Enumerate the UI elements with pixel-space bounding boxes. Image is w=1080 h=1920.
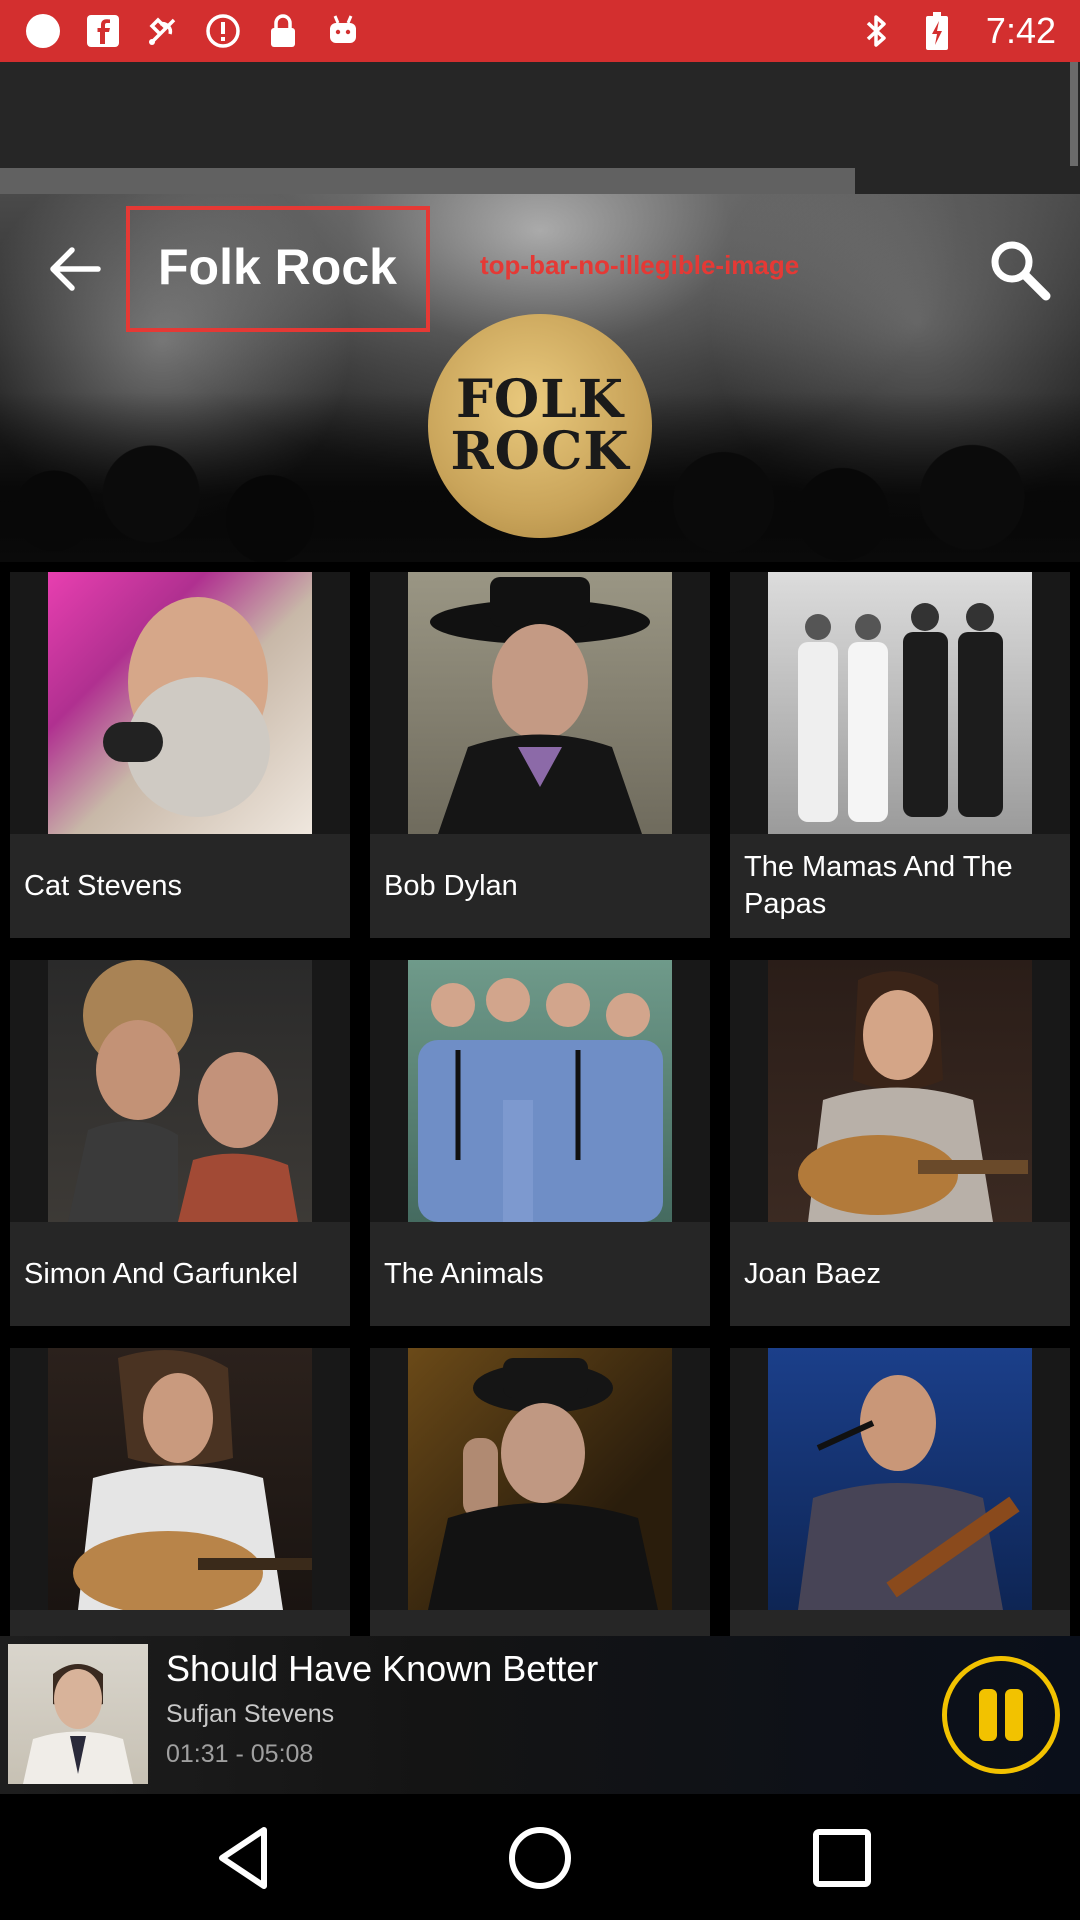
artist-card[interactable]: Bob Dylan bbox=[370, 572, 710, 938]
nav-home-button[interactable] bbox=[502, 1820, 578, 1896]
artist-photo bbox=[768, 960, 1032, 1222]
status-bar-right-icons: 7:42 bbox=[858, 8, 1056, 54]
artist-name: Simon And Garfunkel bbox=[24, 1257, 299, 1290]
artist-name: The Mamas And The Papas bbox=[744, 851, 1013, 920]
artist-card[interactable]: Simon And Garfunkel bbox=[10, 960, 350, 1326]
track-artist: Sufjan Stevens bbox=[166, 1700, 335, 1728]
header-banner: Folk Rock top-bar-no-illegible-image FOL… bbox=[0, 194, 1080, 562]
android-icon bbox=[324, 12, 362, 50]
artist-photo bbox=[768, 1348, 1032, 1610]
artist-card[interactable]: Joan Baez bbox=[730, 960, 1070, 1326]
genre-logo: FOLK ROCK bbox=[428, 314, 652, 538]
artist-photo bbox=[408, 572, 672, 834]
battery-charging-icon bbox=[918, 12, 956, 50]
album-art bbox=[8, 1644, 148, 1784]
bluetooth-icon bbox=[858, 12, 896, 50]
status-time: 7:42 bbox=[985, 10, 1056, 51]
circle-icon bbox=[24, 12, 62, 50]
status-bar: 7:42 bbox=[0, 0, 1080, 62]
artist-card[interactable]: The Mamas And The Papas bbox=[730, 572, 1070, 938]
artist-name: Joan Baez bbox=[744, 1257, 882, 1290]
home-circle-icon bbox=[509, 1827, 571, 1889]
now-playing-bar[interactable]: Should Have Known Better Sufjan Stevens … bbox=[0, 1636, 1080, 1794]
back-button[interactable] bbox=[40, 234, 110, 304]
artist-card[interactable]: The Animals bbox=[370, 960, 710, 1326]
artist-card[interactable]: Cat Stevens bbox=[10, 572, 350, 938]
track-time: 01:31 - 05:08 bbox=[166, 1740, 314, 1768]
artist-photo bbox=[48, 1348, 312, 1615]
track-title: Should Have Known Better bbox=[166, 1648, 599, 1689]
artist-photo bbox=[768, 572, 1032, 834]
artist-card[interactable] bbox=[10, 1348, 350, 1636]
artist-name: Cat Stevens bbox=[24, 869, 182, 902]
banner-strip bbox=[0, 168, 855, 194]
pause-button[interactable] bbox=[942, 1656, 1060, 1774]
artist-photo bbox=[408, 960, 672, 1222]
logo-line-2: ROCK bbox=[450, 421, 630, 482]
artist-card[interactable] bbox=[730, 1348, 1070, 1636]
nav-recents-button[interactable] bbox=[804, 1820, 880, 1896]
lock-icon bbox=[264, 12, 302, 50]
artist-photo bbox=[408, 1348, 672, 1610]
status-bar-left-icons bbox=[24, 8, 362, 54]
nav-back-button[interactable] bbox=[206, 1820, 282, 1896]
annotation-label: top-bar-no-illegible-image bbox=[480, 250, 800, 280]
arrow-left-icon bbox=[50, 247, 101, 291]
alert-icon bbox=[204, 12, 242, 50]
system-nav-bar bbox=[0, 1794, 1080, 1920]
back-triangle-icon bbox=[219, 1827, 267, 1889]
artist-card[interactable] bbox=[370, 1348, 710, 1636]
satellite-icon bbox=[144, 12, 182, 50]
page-title: Folk Rock bbox=[158, 239, 397, 295]
artist-name: Bob Dylan bbox=[384, 869, 518, 902]
recents-square-icon bbox=[813, 1829, 871, 1887]
search-icon bbox=[991, 241, 1051, 301]
logo-line-1: FOLK bbox=[456, 369, 624, 430]
artist-name: The Animals bbox=[384, 1257, 544, 1290]
search-button[interactable] bbox=[984, 234, 1054, 304]
artist-photo bbox=[48, 572, 312, 834]
scrollbar[interactable] bbox=[1070, 62, 1078, 166]
facebook-icon bbox=[84, 12, 122, 50]
artist-photo bbox=[48, 960, 312, 1222]
